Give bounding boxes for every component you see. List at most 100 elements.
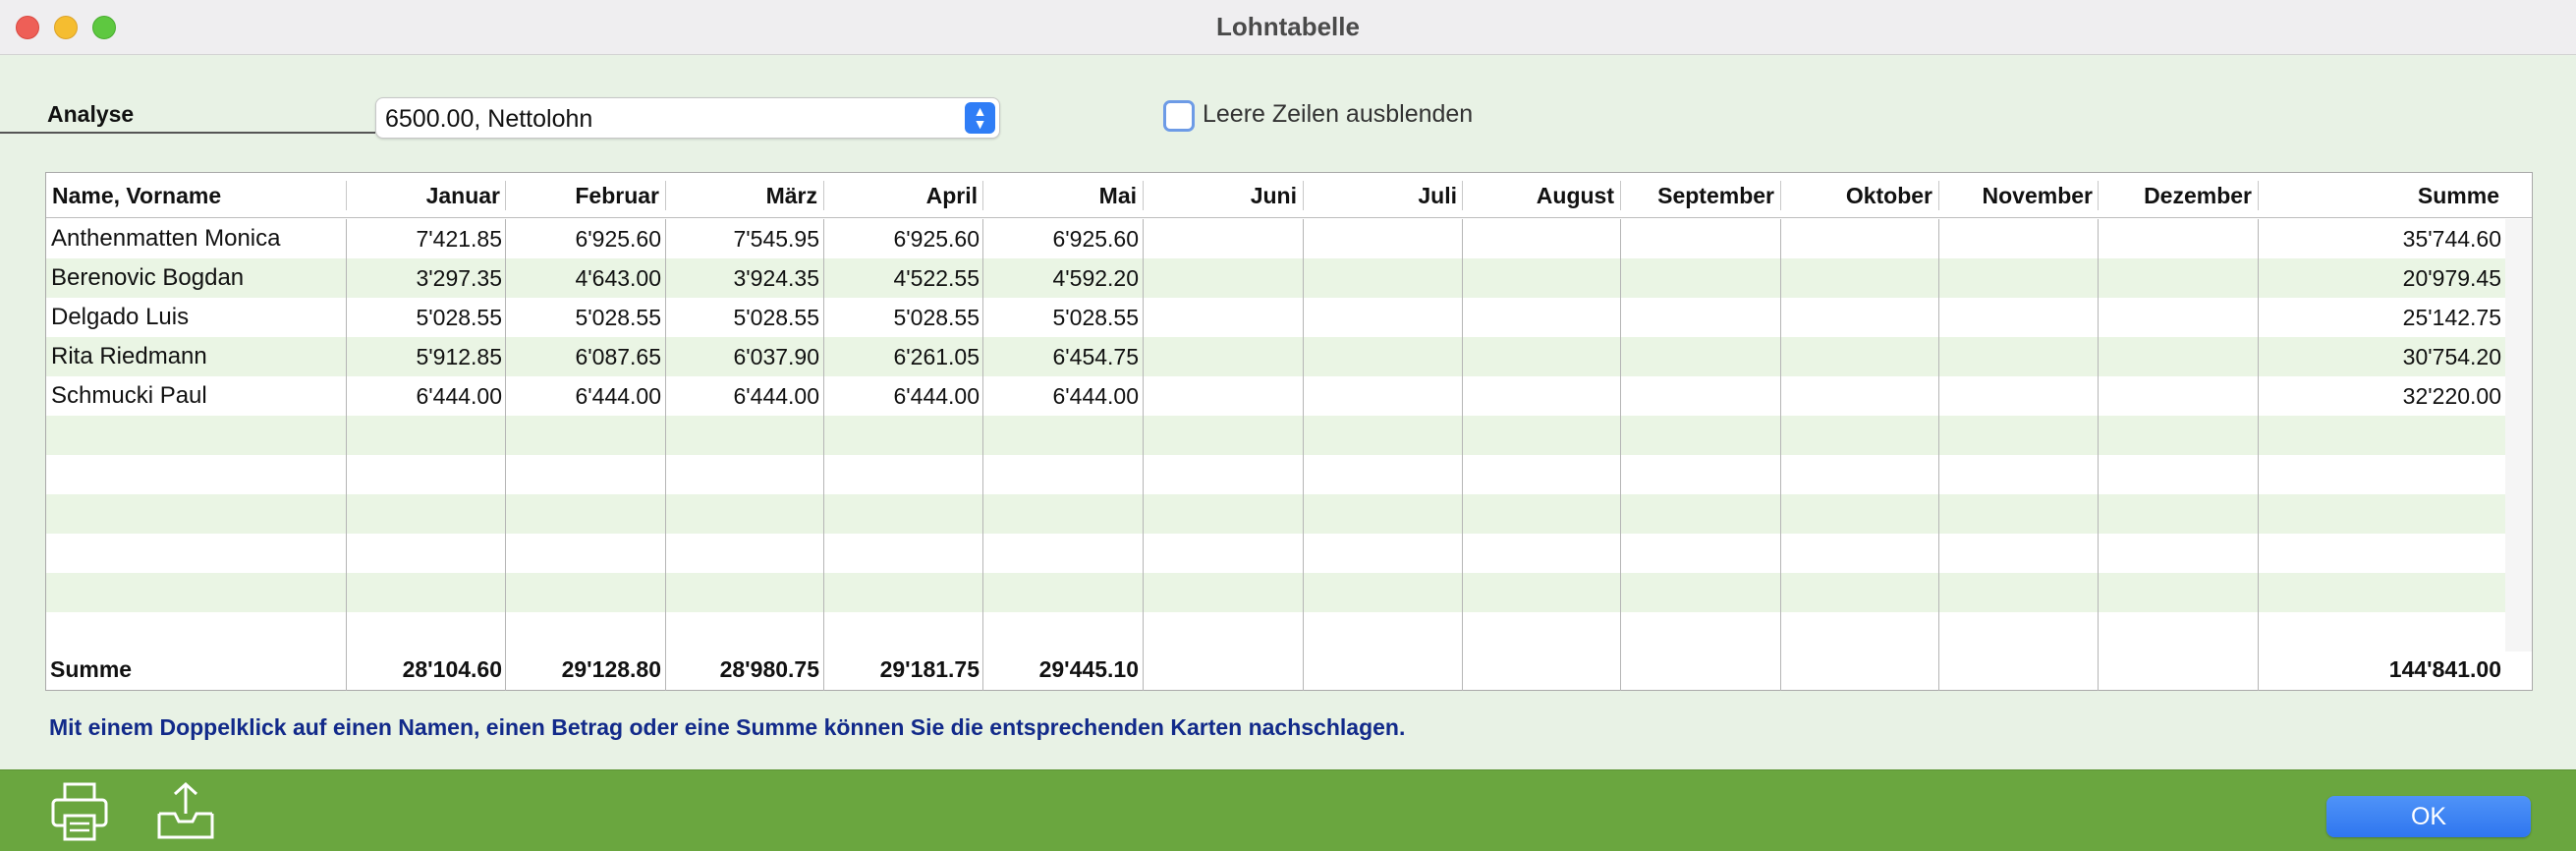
amount-cell[interactable]: 5'028.55: [346, 298, 506, 337]
amount-cell[interactable]: [1303, 258, 1463, 298]
amount-cell[interactable]: 20'979.45: [2258, 258, 2505, 298]
table-row[interactable]: Schmucki Paul 6'444.00 6'444.00 6'444.00 6'4…: [46, 376, 2505, 416]
column-header-mai[interactable]: Mai: [982, 173, 1143, 218]
employee-name-cell[interactable]: Delgado Luis: [46, 298, 346, 337]
amount-cell[interactable]: [1462, 258, 1620, 298]
amount-cell[interactable]: [1620, 298, 1780, 337]
column-header-juni[interactable]: Juni: [1143, 173, 1303, 218]
amount-cell[interactable]: [1143, 337, 1303, 376]
amount-cell[interactable]: [1303, 298, 1463, 337]
amount-cell[interactable]: [1462, 337, 1620, 376]
table-row[interactable]: Delgado Luis 5'028.55 5'028.55 5'028.55 5'02…: [46, 298, 2505, 337]
table-row[interactable]: [46, 612, 2505, 652]
amount-cell[interactable]: 6'037.90: [665, 337, 823, 376]
amount-cell[interactable]: [1620, 376, 1780, 416]
export-icon[interactable]: [153, 780, 218, 843]
amount-cell[interactable]: [2098, 258, 2258, 298]
column-header-februar[interactable]: Februar: [505, 173, 665, 218]
amount-cell[interactable]: 35'744.60: [2258, 219, 2505, 258]
total-amount-cell[interactable]: [1620, 648, 1780, 691]
amount-cell[interactable]: [1938, 298, 2099, 337]
total-amount-cell[interactable]: 144'841.00: [2258, 648, 2505, 691]
amount-cell[interactable]: 6'444.00: [982, 376, 1143, 416]
amount-cell[interactable]: 7'545.95: [665, 219, 823, 258]
amount-cell[interactable]: [2098, 376, 2258, 416]
amount-cell[interactable]: 4'643.00: [505, 258, 665, 298]
amount-cell[interactable]: [1938, 258, 2099, 298]
amount-cell[interactable]: [1143, 376, 1303, 416]
amount-cell[interactable]: 6'261.05: [823, 337, 983, 376]
column-header-august[interactable]: August: [1462, 173, 1620, 218]
employee-name-cell[interactable]: Berenovic Bogdan: [46, 258, 346, 298]
employee-name-cell[interactable]: Rita Riedmann: [46, 337, 346, 376]
ok-button[interactable]: OK: [2326, 796, 2531, 837]
table-row[interactable]: Rita Riedmann 5'912.85 6'087.65 6'037.90 6'2…: [46, 337, 2505, 376]
column-header-oktober[interactable]: Oktober: [1780, 173, 1938, 218]
amount-cell[interactable]: [1462, 376, 1620, 416]
amount-cell[interactable]: 6'444.00: [505, 376, 665, 416]
amount-cell[interactable]: 4'522.55: [823, 258, 983, 298]
amount-cell[interactable]: [1620, 258, 1780, 298]
amount-cell[interactable]: 6'925.60: [982, 219, 1143, 258]
amount-cell[interactable]: [2098, 219, 2258, 258]
amount-cell[interactable]: 4'592.20: [982, 258, 1143, 298]
amount-cell[interactable]: [1620, 219, 1780, 258]
employee-name-cell[interactable]: Schmucki Paul: [46, 376, 346, 416]
amount-cell[interactable]: 5'028.55: [982, 298, 1143, 337]
amount-cell[interactable]: 5'028.55: [665, 298, 823, 337]
total-amount-cell[interactable]: 28'980.75: [665, 648, 823, 691]
amount-cell[interactable]: [1620, 337, 1780, 376]
total-amount-cell[interactable]: [1303, 648, 1463, 691]
total-amount-cell[interactable]: 29'445.10: [982, 648, 1143, 691]
amount-cell[interactable]: [1143, 298, 1303, 337]
amount-cell[interactable]: [1303, 376, 1463, 416]
table-row[interactable]: Anthenmatten Monica 7'421.85 6'925.60 7'545…: [46, 219, 2505, 258]
column-header-november[interactable]: November: [1938, 173, 2099, 218]
table-row[interactable]: [46, 494, 2505, 534]
amount-cell[interactable]: 6'454.75: [982, 337, 1143, 376]
amount-cell[interactable]: 6'444.00: [346, 376, 506, 416]
amount-cell[interactable]: [1303, 219, 1463, 258]
employee-name-cell[interactable]: Anthenmatten Monica: [46, 219, 346, 258]
amount-cell[interactable]: [1462, 219, 1620, 258]
amount-cell[interactable]: [2098, 298, 2258, 337]
amount-cell[interactable]: 6'444.00: [665, 376, 823, 416]
table-row[interactable]: [46, 416, 2505, 455]
table-row[interactable]: Berenovic Bogdan 3'297.35 4'643.00 3'924.35…: [46, 258, 2505, 298]
amount-cell[interactable]: 5'912.85: [346, 337, 506, 376]
amount-cell[interactable]: 6'925.60: [823, 219, 983, 258]
totals-label[interactable]: Summe: [46, 648, 346, 691]
amount-cell[interactable]: 6'925.60: [505, 219, 665, 258]
amount-cell[interactable]: [1780, 337, 1938, 376]
hide-empty-rows-label[interactable]: Leere Zeilen ausblenden: [1203, 100, 1473, 129]
amount-cell[interactable]: [1938, 337, 2099, 376]
amount-cell[interactable]: 6'444.00: [823, 376, 983, 416]
amount-cell[interactable]: 6'087.65: [505, 337, 665, 376]
analyse-select[interactable]: 6500.00, Nettolohn ▲ ▼: [375, 97, 1000, 139]
amount-cell[interactable]: [1143, 219, 1303, 258]
amount-cell[interactable]: 30'754.20: [2258, 337, 2505, 376]
amount-cell[interactable]: [1780, 298, 1938, 337]
amount-cell[interactable]: [1780, 258, 1938, 298]
total-amount-cell[interactable]: 29'181.75: [823, 648, 983, 691]
total-amount-cell[interactable]: [1462, 648, 1620, 691]
column-header-april[interactable]: April: [823, 173, 983, 218]
total-amount-cell[interactable]: [1938, 648, 2099, 691]
column-header-märz[interactable]: März: [665, 173, 823, 218]
table-row[interactable]: [46, 534, 2505, 573]
hide-empty-rows-checkbox[interactable]: [1163, 100, 1195, 132]
total-amount-cell[interactable]: [2098, 648, 2258, 691]
column-header-juli[interactable]: Juli: [1303, 173, 1463, 218]
amount-cell[interactable]: [1303, 337, 1463, 376]
column-header-januar[interactable]: Januar: [346, 173, 506, 218]
amount-cell[interactable]: 25'142.75: [2258, 298, 2505, 337]
amount-cell[interactable]: 3'297.35: [346, 258, 506, 298]
amount-cell[interactable]: [1143, 258, 1303, 298]
amount-cell[interactable]: 5'028.55: [505, 298, 665, 337]
amount-cell[interactable]: 7'421.85: [346, 219, 506, 258]
column-header-september[interactable]: September: [1620, 173, 1780, 218]
total-amount-cell[interactable]: 28'104.60: [346, 648, 506, 691]
vertical-scrollbar[interactable]: [2505, 219, 2532, 652]
total-amount-cell[interactable]: [1780, 648, 1938, 691]
amount-cell[interactable]: [1938, 376, 2099, 416]
